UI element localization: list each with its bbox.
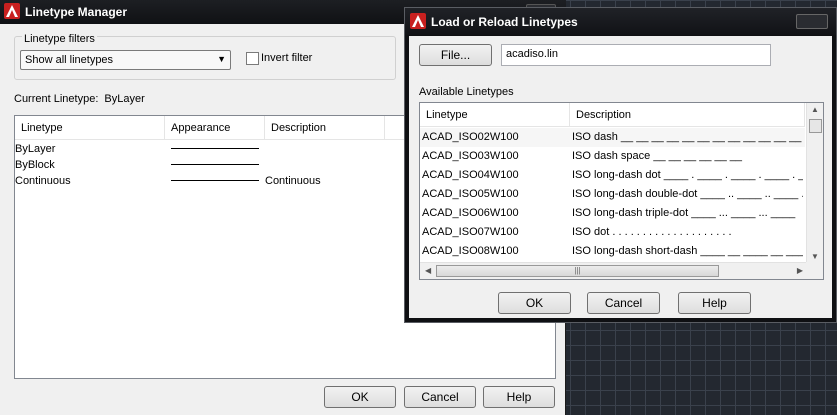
linetype-description: ISO long-dash dot ____ . ____ . ____ . _… xyxy=(572,169,803,181)
linetype-description: ISO long-dash triple-dot ____ ... ____ .… xyxy=(572,207,796,219)
list-item[interactable]: ACAD_ISO02W100 ISO dash __ __ __ __ __ _… xyxy=(420,128,805,147)
list-item[interactable]: ACAD_ISO06W100 ISO long-dash triple-dot … xyxy=(420,204,805,223)
close-button[interactable] xyxy=(796,14,828,29)
column-header-description[interactable]: Description xyxy=(570,103,805,126)
linetype-description: ISO long-dash short-dash ____ __ ____ __… xyxy=(572,245,803,257)
linetype-appearance xyxy=(171,180,259,181)
file-name-field[interactable]: acadiso.lin xyxy=(501,44,771,66)
filter-value: Show all linetypes xyxy=(25,54,114,66)
linetype-name: ACAD_ISO08W100 xyxy=(422,245,519,257)
dialog-title: Load or Reload Linetypes xyxy=(431,15,578,29)
file-button[interactable]: File... xyxy=(419,44,492,66)
help-button[interactable]: Help xyxy=(678,292,751,314)
list-item[interactable]: ACAD_ISO07W100 ISO dot . . . . . . . . .… xyxy=(420,223,805,242)
arrow-left-icon[interactable]: ◀ xyxy=(425,266,431,275)
cancel-button[interactable]: Cancel xyxy=(587,292,660,314)
linetype-description: Continuous xyxy=(265,175,321,187)
cancel-button[interactable]: Cancel xyxy=(404,386,476,408)
invert-filter-label[interactable]: Invert filter xyxy=(261,52,312,64)
linetype-name: ACAD_ISO04W100 xyxy=(422,169,519,181)
linetype-name: ACAD_ISO03W100 xyxy=(422,150,519,162)
column-header-appearance[interactable]: Appearance xyxy=(165,116,265,139)
current-linetype: Current Linetype: ByLayer xyxy=(14,93,145,105)
column-header-description[interactable]: Description xyxy=(265,116,385,139)
autocad-logo-icon xyxy=(410,13,426,29)
linetype-description: ISO long-dash double-dot ____ .. ____ ..… xyxy=(572,188,803,200)
arrow-right-icon[interactable]: ▶ xyxy=(797,266,803,275)
dialog-title: Linetype Manager xyxy=(25,5,128,19)
load-linetypes-dialog: Load or Reload Linetypes File... acadiso… xyxy=(404,7,837,323)
linetype-description: ISO dot . . . . . . . . . . . . . . . . … xyxy=(572,226,732,238)
linetype-name: ByBlock xyxy=(15,159,55,171)
list-header: Linetype Description xyxy=(420,103,805,127)
linetype-appearance xyxy=(171,148,259,149)
available-linetypes-label: Available Linetypes xyxy=(419,86,514,98)
ok-button[interactable]: OK xyxy=(498,292,571,314)
list-item[interactable]: ACAD_ISO03W100 ISO dash space __ __ __ _… xyxy=(420,147,805,166)
linetype-name: ACAD_ISO07W100 xyxy=(422,226,519,238)
current-linetype-label: Current Linetype: xyxy=(14,93,99,105)
column-header-linetype[interactable]: Linetype xyxy=(15,116,165,139)
ok-button[interactable]: OK xyxy=(324,386,396,408)
arrow-down-icon[interactable]: ▼ xyxy=(811,252,819,261)
linetype-description: ISO dash space __ __ __ __ __ __ xyxy=(572,150,743,162)
autocad-logo-icon xyxy=(4,3,20,19)
linetype-filters-label: Linetype filters xyxy=(22,33,97,45)
chevron-down-icon: ▼ xyxy=(217,54,226,64)
horizontal-scroll-thumb[interactable]: ||| xyxy=(436,265,719,277)
horizontal-scrollbar[interactable]: ◀ ||| ▶ xyxy=(420,262,808,279)
linetype-name: ByLayer xyxy=(15,143,56,155)
list-item[interactable]: ACAD_ISO04W100 ISO long-dash dot ____ . … xyxy=(420,166,805,185)
list-item[interactable]: ACAD_ISO05W100 ISO long-dash double-dot … xyxy=(420,185,805,204)
linetype-description: ISO dash __ __ __ __ __ __ __ __ __ __ _… xyxy=(572,131,802,143)
linetype-appearance xyxy=(171,164,259,165)
arrow-up-icon[interactable]: ▲ xyxy=(811,105,819,114)
invert-filter-checkbox[interactable] xyxy=(246,52,259,65)
current-linetype-value: ByLayer xyxy=(104,93,145,105)
linetype-filter-dropdown[interactable]: Show all linetypes ▼ xyxy=(20,50,231,70)
vertical-scroll-thumb[interactable] xyxy=(809,119,822,133)
linetype-name: ACAD_ISO02W100 xyxy=(422,131,519,143)
vertical-scrollbar[interactable]: ▲ ▼ xyxy=(806,103,823,263)
list-item[interactable]: ACAD_ISO08W100 ISO long-dash short-dash … xyxy=(420,242,805,261)
load-linetypes-titlebar[interactable]: Load or Reload Linetypes xyxy=(405,8,836,35)
help-button[interactable]: Help xyxy=(483,386,555,408)
linetype-name: Continuous xyxy=(15,175,71,187)
column-header-linetype[interactable]: Linetype xyxy=(420,103,570,126)
linetype-name: ACAD_ISO06W100 xyxy=(422,207,519,219)
scrollbar-corner xyxy=(806,262,823,279)
linetype-name: ACAD_ISO05W100 xyxy=(422,188,519,200)
load-dialog-client: File... acadiso.lin Available Linetypes … xyxy=(409,36,832,318)
available-linetypes-list[interactable]: Linetype Description ACAD_ISO02W100 ISO … xyxy=(419,102,824,280)
